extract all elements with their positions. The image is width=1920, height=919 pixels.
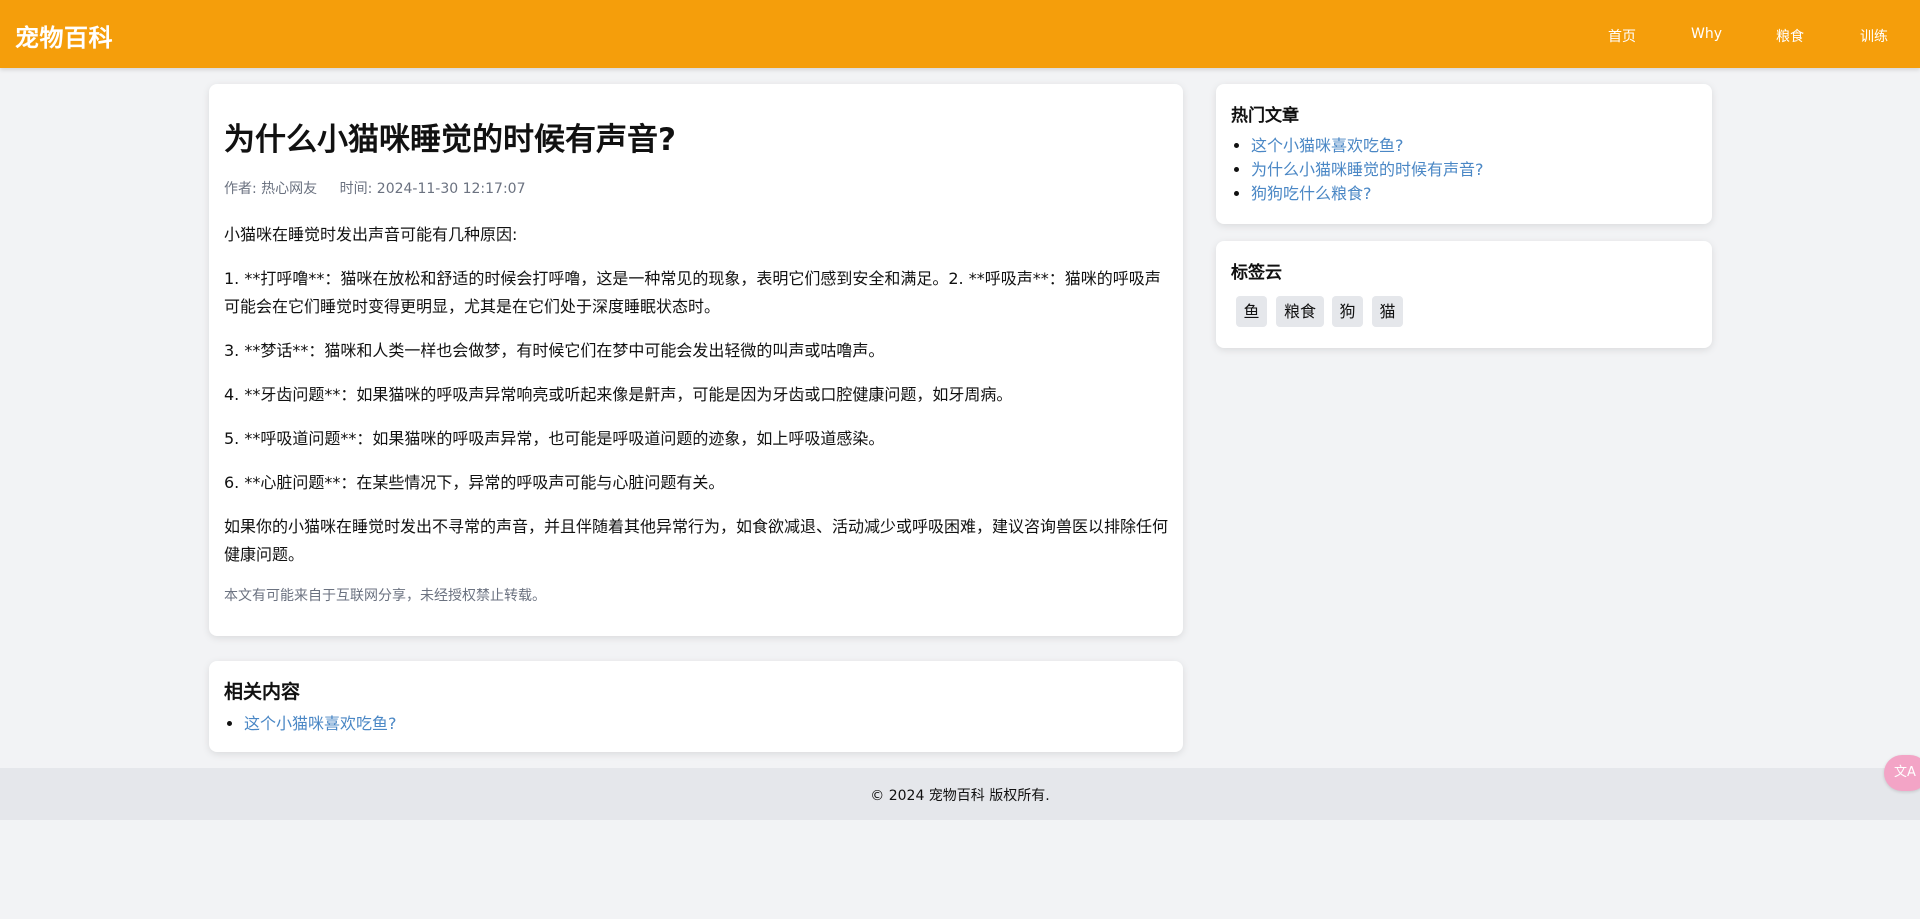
hot-articles-card: 热门文章 这个小猫咪喜欢吃鱼? 为什么小猫咪睡觉的时候有声音? 狗狗吃什么粮食? [1216, 84, 1712, 224]
site-header: 宠物百科 首页 Why 粮食 训练 [0, 0, 1920, 68]
related-card: 相关内容 这个小猫咪喜欢吃鱼? [209, 661, 1183, 752]
translate-button[interactable]: 文A [1884, 755, 1920, 791]
article-paragraph: 如果你的小猫咪在睡觉时发出不寻常的声音，并且伴随着其他异常行为，如食欲减退、活动… [224, 517, 1169, 564]
related-title: 相关内容 [224, 681, 301, 703]
site-brand[interactable]: 宠物百科 [15, 18, 113, 53]
article-title: 为什么小猫咪睡觉的时候有声音? [224, 122, 676, 158]
article-meta: 作者: 热心网友 时间: 2024-11-30 12:17:07 [224, 178, 525, 198]
translate-icon: 文A [1894, 765, 1916, 780]
hot-article-link[interactable]: 狗狗吃什么粮食? [1251, 184, 1372, 203]
list-item: 为什么小猫咪睡觉的时候有声音? [1251, 158, 1484, 182]
list-item: 狗狗吃什么粮食? [1251, 182, 1484, 206]
tag-cloud-title: 标签云 [1231, 263, 1282, 283]
hot-article-link[interactable]: 为什么小猫咪睡觉的时候有声音? [1251, 160, 1484, 179]
site-footer: © 2024 宠物百科 版权所有. [0, 768, 1920, 820]
hot-articles-title: 热门文章 [1231, 106, 1299, 126]
article-paragraph: 1. **打呼噜**：猫咪在放松和舒适的时候会打呼噜，这是一种常见的现象，表明它… [224, 269, 1161, 316]
list-item: 这个小猫咪喜欢吃鱼? [244, 712, 397, 736]
article-paragraph: 4. **牙齿问题**：如果猫咪的呼吸声异常响亮或听起来像是鼾声，可能是因为牙齿… [224, 385, 1013, 404]
copyright-notice: 本文有可能来自于互联网分享，未经授权禁止转载。 [224, 588, 546, 604]
article-paragraph: 6. **心脏问题**：在某些情况下，异常的呼吸声可能与心脏问题有关。 [224, 473, 725, 492]
list-item: 这个小猫咪喜欢吃鱼? [1251, 134, 1484, 158]
article-author: 作者: 热心网友 [224, 181, 318, 197]
hot-article-link[interactable]: 这个小猫咪喜欢吃鱼? [1251, 136, 1404, 155]
related-link[interactable]: 这个小猫咪喜欢吃鱼? [244, 714, 397, 733]
hot-articles-list: 这个小猫咪喜欢吃鱼? 为什么小猫咪睡觉的时候有声音? 狗狗吃什么粮食? [1251, 134, 1484, 206]
tag-cloud-card: 标签云 鱼 粮食 狗 猫 [1216, 241, 1712, 348]
tag-food[interactable]: 粮食 [1276, 296, 1324, 327]
article-paragraph: 5. **呼吸道问题**：如果猫咪的呼吸声异常，也可能是呼吸道问题的迹象，如上呼… [224, 429, 885, 448]
article-time: 时间: 2024-11-30 12:17:07 [339, 181, 526, 197]
nav-item-why[interactable]: Why [1691, 26, 1722, 42]
article-card: 为什么小猫咪睡觉的时候有声音? 作者: 热心网友 时间: 2024-11-30 … [209, 84, 1183, 636]
article-paragraph: 3. **梦话**：猫咪和人类一样也会做梦，有时候它们在梦中可能会发出轻微的叫声… [224, 341, 885, 360]
nav-item-food[interactable]: 粮食 [1776, 26, 1804, 46]
footer-copyright: © 2024 宠物百科 版权所有. [870, 788, 1050, 804]
nav-item-home[interactable]: 首页 [1608, 26, 1636, 46]
article-body: 小猫咪在睡觉时发出声音可能有几种原因: 1. **打呼噜**：猫咪在放松和舒适的… [224, 221, 1174, 585]
article-paragraph: 小猫咪在睡觉时发出声音可能有几种原因: [224, 225, 518, 244]
tag-dog[interactable]: 狗 [1332, 296, 1363, 327]
nav-item-training[interactable]: 训练 [1860, 26, 1888, 46]
tag-fish[interactable]: 鱼 [1236, 296, 1267, 327]
related-list: 这个小猫咪喜欢吃鱼? [244, 712, 397, 736]
tag-cat[interactable]: 猫 [1372, 296, 1403, 327]
